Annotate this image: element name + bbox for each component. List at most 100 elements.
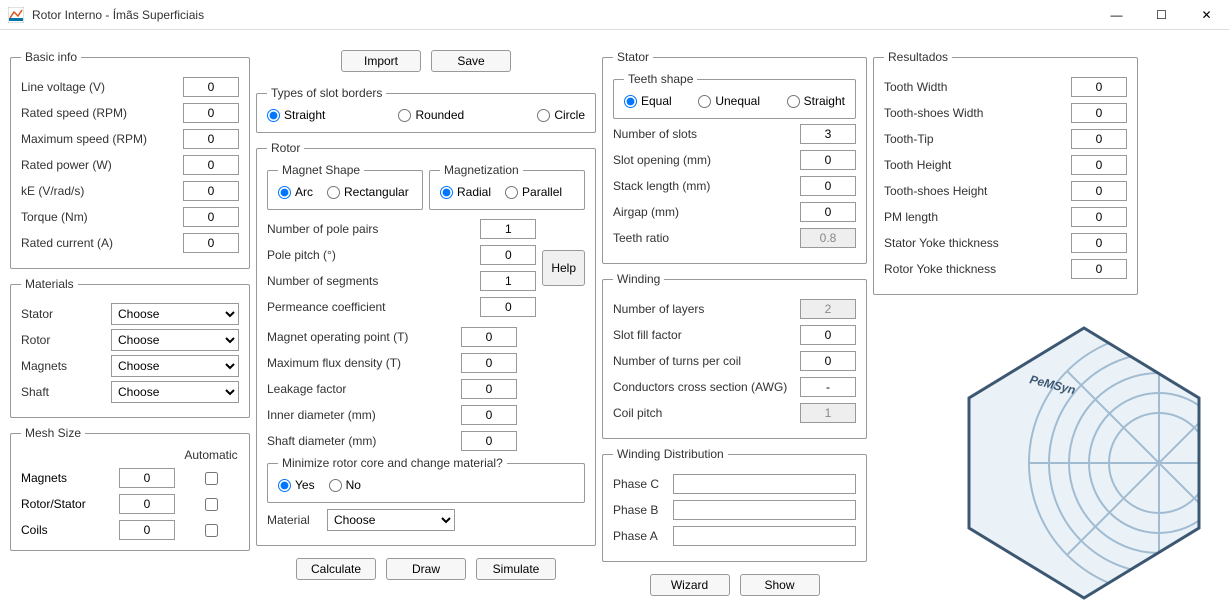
slots-input[interactable] xyxy=(800,124,856,144)
tooth-h-input[interactable] xyxy=(1071,155,1127,175)
slot-circle-radio[interactable]: Circle xyxy=(537,108,585,122)
mesh-magnets-auto-checkbox[interactable] xyxy=(205,472,218,485)
pole-pitch-label: Pole pitch (°) xyxy=(267,248,480,262)
import-button[interactable]: Import xyxy=(341,50,421,72)
layers-input xyxy=(800,299,856,319)
minimize-yes-radio[interactable]: Yes xyxy=(278,478,315,492)
slot-straight-radio[interactable]: Straight xyxy=(267,108,325,122)
layers-label: Number of layers xyxy=(613,302,800,316)
slot-borders-panel: Types of slot borders Straight Rounded C… xyxy=(256,86,596,133)
radial-radio[interactable]: Radial xyxy=(440,185,491,199)
line-voltage-input[interactable] xyxy=(183,77,239,97)
tooth-width-label: Tooth Width xyxy=(884,80,1071,94)
maximize-button[interactable]: ☐ xyxy=(1139,0,1184,30)
mesh-coils-input[interactable] xyxy=(119,520,175,540)
close-button[interactable]: ✕ xyxy=(1184,0,1229,30)
show-button[interactable]: Show xyxy=(740,574,820,596)
wizard-button[interactable]: Wizard xyxy=(650,574,730,596)
pole-pairs-input[interactable] xyxy=(480,219,536,239)
mesh-rotorstator-input[interactable] xyxy=(119,494,175,514)
rated-current-input[interactable] xyxy=(183,233,239,253)
segments-input[interactable] xyxy=(480,271,536,291)
inner-d-input[interactable] xyxy=(461,405,517,425)
max-flux-label: Maximum flux density (T) xyxy=(267,356,461,370)
tooth-width-input[interactable] xyxy=(1071,77,1127,97)
stator-yoke-input[interactable] xyxy=(1071,233,1127,253)
mesh-magnets-label: Magnets xyxy=(21,471,111,485)
permeance-input[interactable] xyxy=(480,297,536,317)
slot-open-input[interactable] xyxy=(800,150,856,170)
shoes-width-input[interactable] xyxy=(1071,103,1127,123)
awg-input[interactable] xyxy=(800,377,856,397)
slot-rounded-radio[interactable]: Rounded xyxy=(398,108,464,122)
stator-panel: Stator Teeth shape Equal Unequal Straigh… xyxy=(602,50,867,264)
max-speed-label: Maximum speed (RPM) xyxy=(21,132,183,146)
mesh-coils-label: Coils xyxy=(21,523,111,537)
material-select[interactable]: Choose xyxy=(327,509,455,531)
rotor-yoke-input[interactable] xyxy=(1071,259,1127,279)
airgap-input[interactable] xyxy=(800,202,856,222)
materials-rotor-select[interactable]: Choose xyxy=(111,329,239,351)
draw-button[interactable]: Draw xyxy=(386,558,466,580)
materials-shaft-select[interactable]: Choose xyxy=(111,381,239,403)
materials-stator-label: Stator xyxy=(21,307,111,321)
teeth-unequal-radio[interactable]: Unequal xyxy=(698,94,760,108)
minimize-button[interactable]: — xyxy=(1094,0,1139,30)
op-point-label: Magnet operating point (T) xyxy=(267,330,461,344)
mesh-magnets-input[interactable] xyxy=(119,468,175,488)
rectangular-radio[interactable]: Rectangular xyxy=(327,185,409,199)
ke-label: kE (V/rad/s) xyxy=(21,184,183,198)
simulate-button[interactable]: Simulate xyxy=(476,558,556,580)
max-speed-input[interactable] xyxy=(183,129,239,149)
line-voltage-label: Line voltage (V) xyxy=(21,80,183,94)
materials-legend: Materials xyxy=(21,277,78,291)
results-legend: Resultados xyxy=(884,50,952,64)
ke-input[interactable] xyxy=(183,181,239,201)
coil-pitch-label: Coil pitch xyxy=(613,406,800,420)
stack-input[interactable] xyxy=(800,176,856,196)
rated-speed-label: Rated speed (RPM) xyxy=(21,106,183,120)
phasec-input[interactable] xyxy=(673,474,856,494)
phaseb-label: Phase B xyxy=(613,503,673,517)
pole-pairs-label: Number of pole pairs xyxy=(267,222,480,236)
calculate-button[interactable]: Calculate xyxy=(296,558,376,580)
save-button[interactable]: Save xyxy=(431,50,511,72)
teeth-ratio-input xyxy=(800,228,856,248)
segments-label: Number of segments xyxy=(267,274,480,288)
op-point-input[interactable] xyxy=(461,327,517,347)
content: Basic info Line voltage (V) Rated speed … xyxy=(0,30,1229,608)
inner-d-label: Inner diameter (mm) xyxy=(267,408,461,422)
parallel-radio[interactable]: Parallel xyxy=(505,185,562,199)
pole-pitch-input[interactable] xyxy=(480,245,536,265)
leakage-input[interactable] xyxy=(461,379,517,399)
turns-input[interactable] xyxy=(800,351,856,371)
stack-label: Stack length (mm) xyxy=(613,179,800,193)
mesh-automatic-header: Automatic xyxy=(183,448,239,462)
phasea-label: Phase A xyxy=(613,529,673,543)
materials-magnets-select[interactable]: Choose xyxy=(111,355,239,377)
shaft-d-input[interactable] xyxy=(461,431,517,451)
max-flux-input[interactable] xyxy=(461,353,517,373)
turns-label: Number of turns per coil xyxy=(613,354,800,368)
mesh-coils-auto-checkbox[interactable] xyxy=(205,524,218,537)
mesh-rotorstator-auto-checkbox[interactable] xyxy=(205,498,218,511)
pm-len-input[interactable] xyxy=(1071,207,1127,227)
rated-power-input[interactable] xyxy=(183,155,239,175)
shoes-h-input[interactable] xyxy=(1071,181,1127,201)
materials-stator-select[interactable]: Choose xyxy=(111,303,239,325)
rated-speed-input[interactable] xyxy=(183,103,239,123)
minimize-no-radio[interactable]: No xyxy=(329,478,361,492)
fill-input[interactable] xyxy=(800,325,856,345)
tip-input[interactable] xyxy=(1071,129,1127,149)
pemsyn-logo: PeMSyn xyxy=(959,323,1209,603)
phasea-input[interactable] xyxy=(673,526,856,546)
help-button[interactable]: Help xyxy=(542,250,585,286)
teeth-shape-panel: Teeth shape Equal Unequal Straight xyxy=(613,72,856,119)
magnetization-panel: Magnetization Radial Parallel xyxy=(429,163,585,210)
materials-shaft-label: Shaft xyxy=(21,385,111,399)
phaseb-input[interactable] xyxy=(673,500,856,520)
teeth-equal-radio[interactable]: Equal xyxy=(624,94,672,108)
arc-radio[interactable]: Arc xyxy=(278,185,313,199)
torque-input[interactable] xyxy=(183,207,239,227)
teeth-straight-radio[interactable]: Straight xyxy=(787,94,845,108)
